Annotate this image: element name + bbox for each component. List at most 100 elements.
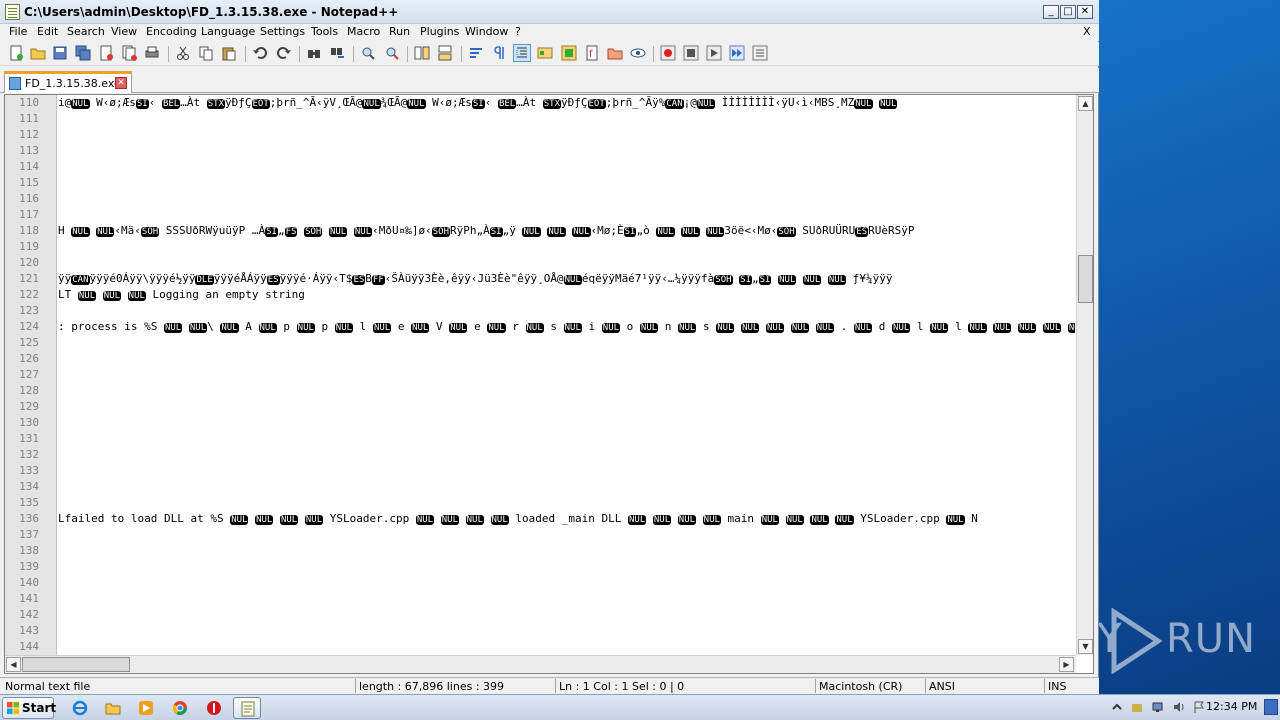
taskbar-notepadpp[interactable] <box>233 697 261 719</box>
close-document-x[interactable]: X <box>1083 25 1091 38</box>
show-desktop-button[interactable] <box>1264 699 1278 715</box>
taskbar-ie[interactable] <box>66 697 94 719</box>
clock[interactable]: 12:34 PM <box>1206 700 1257 713</box>
menu-plugins[interactable]: Plugins <box>420 25 459 38</box>
text-line-136[interactable]: Lfailed to load DLL at %S NUL NUL NUL NU… <box>58 511 978 527</box>
scroll-down-button[interactable]: ▼ <box>1078 639 1093 654</box>
doc-map-icon[interactable] <box>561 45 577 61</box>
save-macro-icon[interactable] <box>752 45 768 61</box>
scroll-right-button[interactable]: ▶ <box>1059 657 1074 672</box>
menu-settings[interactable]: Settings <box>260 25 305 38</box>
volume-icon[interactable] <box>1172 700 1186 714</box>
replace-icon[interactable] <box>330 45 346 61</box>
menu-view[interactable]: View <box>111 25 137 38</box>
udl-icon[interactable] <box>537 45 553 61</box>
indent-guide-icon[interactable] <box>513 44 531 62</box>
sync-h-icon[interactable] <box>437 45 453 61</box>
redo-icon[interactable] <box>276 45 292 61</box>
taskbar-explorer[interactable] <box>99 697 127 719</box>
all-chars-icon[interactable] <box>491 45 507 61</box>
text-line-121[interactable]: ÿÿCANÿÿÿé0Áÿÿ\ÿÿÿé½ÿÿDLEÿÿÿéÅÁÿÿESÿÿÿé·Á… <box>58 271 893 287</box>
horizontal-scroll-thumb[interactable] <box>22 657 130 672</box>
cut-icon[interactable] <box>175 45 191 61</box>
network-icon[interactable] <box>1152 700 1166 714</box>
chrome-icon <box>172 701 187 715</box>
scroll-left-button[interactable]: ◀ <box>6 657 21 672</box>
paste-icon[interactable] <box>221 45 237 61</box>
find-icon[interactable] <box>306 45 322 61</box>
menu-run[interactable]: Run <box>389 25 410 38</box>
control-char-badge: SI <box>471 99 485 109</box>
start-button[interactable]: Start <box>2 697 56 719</box>
taskbar-security-app[interactable] <box>200 697 228 719</box>
tab-fd-exe[interactable]: FD_1.3.15.38.exe ✕ <box>4 71 132 93</box>
line-number: 143 <box>19 624 39 637</box>
notepad-window: C:\Users\admin\Desktop\FD_1.3.15.38.exe … <box>0 0 1099 694</box>
maximize-button[interactable]: □ <box>1060 5 1076 19</box>
line-number: 140 <box>19 576 39 589</box>
open-icon[interactable] <box>30 45 46 61</box>
menu-edit[interactable]: Edit <box>37 25 58 38</box>
action-center-icon[interactable] <box>1130 700 1144 714</box>
close-icon[interactable] <box>98 45 114 61</box>
menu-search[interactable]: Search <box>67 25 105 38</box>
menu-encoding[interactable]: Encoding <box>146 25 197 38</box>
play-macro-icon[interactable] <box>706 45 722 61</box>
line-number: 120 <box>19 256 39 269</box>
word-wrap-icon[interactable] <box>468 45 484 61</box>
folder-icon <box>105 703 121 715</box>
line-number: 112 <box>19 128 39 141</box>
minimize-button[interactable]: _ <box>1043 5 1059 19</box>
text-line-124[interactable]: : process is %S NUL NUL\ NUL A NUL p NUL… <box>58 319 1075 335</box>
horizontal-scrollbar[interactable]: ◀ ▶ <box>5 655 1076 673</box>
menu-file[interactable]: File <box>9 25 27 38</box>
function-list-icon[interactable]: f <box>584 45 600 61</box>
status-eol[interactable]: Macintosh (CR) <box>819 680 902 693</box>
line-number: 137 <box>19 528 39 541</box>
menu-window[interactable]: Window <box>465 25 508 38</box>
scroll-up-button[interactable]: ▲ <box>1078 96 1093 111</box>
menu-language[interactable]: Language <box>201 25 255 38</box>
menu-tools[interactable]: Tools <box>311 25 338 38</box>
folder-workspace-icon[interactable] <box>607 45 623 61</box>
flag-icon[interactable] <box>1192 700 1206 714</box>
text-content[interactable]: i@NUL W‹ø;ÆsSI‹ BEL…Àt STXÿÐƒÇEOT;þrñ_^Ã… <box>58 95 1075 655</box>
save-all-icon[interactable] <box>75 45 91 61</box>
record-macro-icon[interactable] <box>660 45 676 61</box>
close-window-button[interactable]: ✕ <box>1077 5 1093 19</box>
taskbar-chrome[interactable] <box>166 697 194 719</box>
line-number: 122 <box>19 288 39 301</box>
line-number: 124 <box>19 320 39 333</box>
zoom-in-icon[interactable] <box>360 45 376 61</box>
control-char-badge: NUL <box>296 323 315 333</box>
undo-icon[interactable] <box>252 45 268 61</box>
text-line-118[interactable]: H NUL NUL‹Mä‹SOH SSSUðRWÿuüÿP …ÀSI„FS SO… <box>58 223 914 239</box>
control-char-badge: NUL <box>487 323 506 333</box>
red-shield-icon <box>207 701 221 715</box>
control-char-badge: NUL <box>163 323 183 333</box>
sync-v-icon[interactable] <box>414 45 430 61</box>
stop-macro-icon[interactable] <box>683 45 699 61</box>
zoom-out-icon[interactable] <box>384 45 400 61</box>
control-char-badge: NUL <box>678 323 697 333</box>
copy-icon[interactable] <box>198 45 214 61</box>
tab-close-icon[interactable]: ✕ <box>115 77 127 89</box>
show-hidden-icons-icon[interactable] <box>1110 700 1124 714</box>
menu-help[interactable]: ? <box>515 25 521 38</box>
monitor-icon[interactable] <box>630 45 646 61</box>
editor-area[interactable]: 110 111 112 113 114 115 116 117 118 119 120 121 122 1… <box>4 94 1094 674</box>
run-macro-multiple-icon[interactable] <box>729 45 745 61</box>
menu-macro[interactable]: Macro <box>347 25 380 38</box>
control-char-badge: NUL <box>1067 323 1075 333</box>
text-line-122[interactable]: LT NUL NUL NUL Logging an empty string <box>58 287 305 303</box>
vertical-scroll-thumb[interactable] <box>1078 255 1093 303</box>
notepad-app-icon[interactable] <box>5 4 20 20</box>
new-file-icon[interactable] <box>8 45 24 61</box>
close-all-icon[interactable] <box>121 45 137 61</box>
text-line-110[interactable]: i@NUL W‹ø;ÆsSI‹ BEL…Àt STXÿÐƒÇEOT;þrñ_^Ã… <box>58 95 898 111</box>
taskbar-media-player[interactable] <box>132 697 160 719</box>
print-icon[interactable] <box>144 45 160 61</box>
vertical-scrollbar[interactable]: ▲ ▼ <box>1076 95 1093 655</box>
title-bar[interactable]: C:\Users\admin\Desktop\FD_1.3.15.38.exe … <box>0 0 1099 24</box>
save-icon[interactable] <box>52 45 68 61</box>
